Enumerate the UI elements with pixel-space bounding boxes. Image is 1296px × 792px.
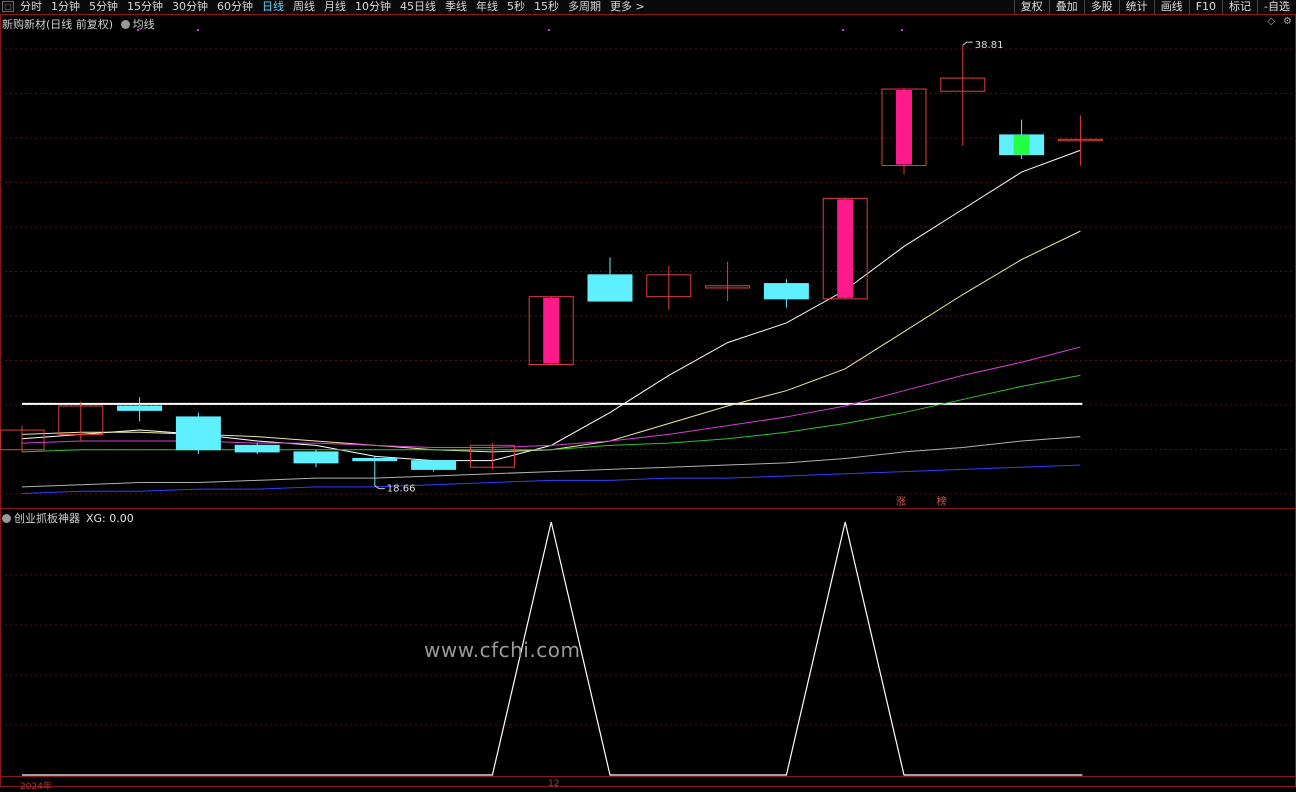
high-price-label: 38.81 [975,40,1004,51]
low-price-label: 18.66 [387,484,416,495]
candle-body [234,444,280,453]
signal-marker: 榜 [937,495,947,508]
candle-fill-highlight [1013,134,1030,155]
candle-body [175,416,221,451]
candle-body [411,460,457,470]
top-marker-dot [137,29,139,31]
chart-canvas[interactable]: 38.81 18.66 涨 榜 [0,0,1296,787]
candle-body [117,405,163,411]
chart-frame [0,14,1296,787]
candle-fill-highlight [896,90,912,165]
candle-fill-highlight [543,297,560,364]
candle-body [293,451,339,464]
sub-indicator-settings-icon[interactable] [2,514,11,523]
top-marker-dot [197,29,199,31]
candle-fill-highlight [837,199,854,298]
candle-body [587,274,633,302]
ma120-line [21,464,1081,494]
candle-body [763,283,809,300]
top-marker-dot [901,29,903,31]
sub-indicator-value: XG: 0.00 [86,512,134,525]
candle-body [352,457,398,462]
high-label-pointer [962,41,973,46]
date-label-mid: 12 [548,779,560,789]
top-marker-dot [842,29,844,31]
date-label-left: 2024年 [20,782,52,792]
signal-marker: 涨 [896,496,906,508]
sub-chart-header: 创业抓板神器 XG: 0.00 [2,510,134,526]
watermark: www.cfchi.com [424,638,581,662]
sub-indicator-name[interactable]: 创业抓板神器 [14,512,80,525]
top-marker-dot [548,29,550,31]
